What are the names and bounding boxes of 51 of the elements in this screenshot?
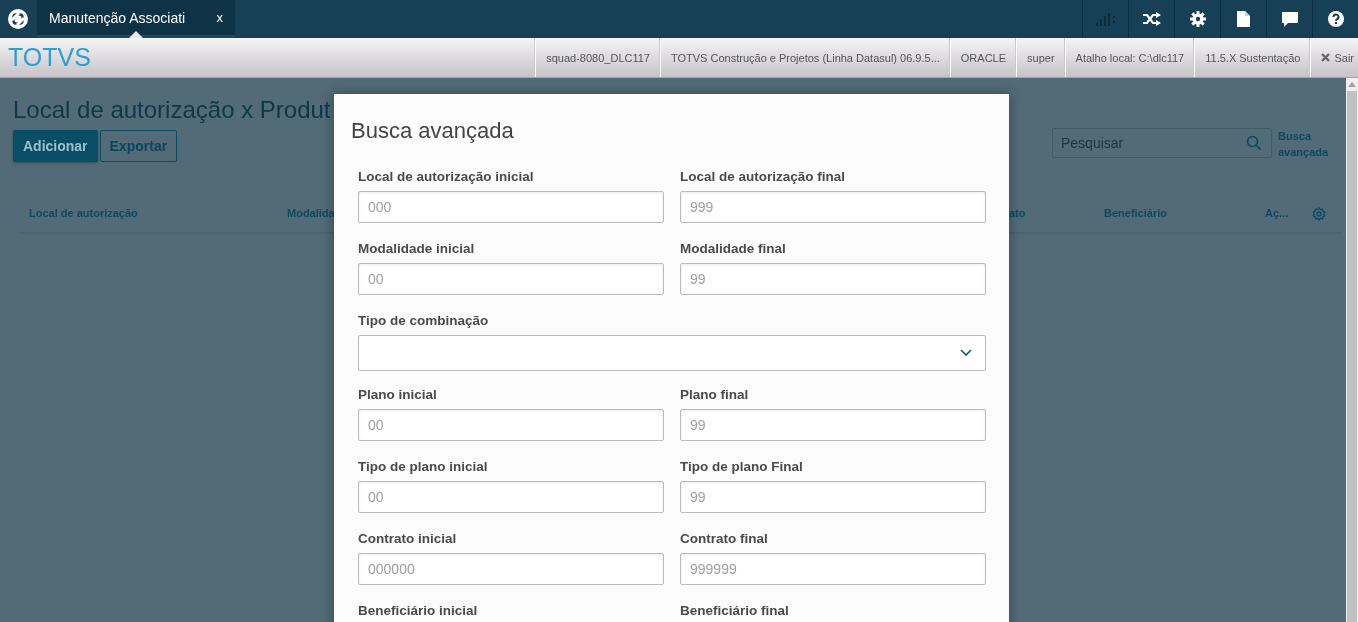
input-field[interactable]: 99 — [680, 481, 986, 513]
field-label: Local de autorização inicial — [358, 169, 535, 186]
input-field[interactable]: 999999 — [680, 553, 986, 585]
column-header[interactable]: Modalida — [287, 207, 335, 219]
input-field[interactable]: 000000 — [358, 553, 664, 585]
info-item: 11.5.X Sustentação — [1194, 38, 1311, 77]
input-field[interactable]: 000 — [358, 191, 664, 223]
info-item: squad-8080_DLC117 — [535, 38, 660, 77]
input-field[interactable]: 99 — [680, 409, 986, 441]
field-label: Contrato final — [680, 531, 769, 548]
field-label: Plano inicial — [358, 387, 438, 404]
brand-logo: TOTVS — [8, 43, 91, 72]
column-header[interactable]: Local de autorização — [29, 207, 138, 219]
column-header[interactable]: Beneficiário — [1104, 207, 1167, 219]
tab-label: Manutenção Associati — [49, 9, 187, 26]
advanced-search-link[interactable]: Busca avançada — [1278, 128, 1334, 160]
field-label: Modalidade final — [680, 241, 787, 258]
scrollbar[interactable] — [1346, 78, 1358, 622]
field-label: Tipo de plano Final — [680, 459, 804, 476]
field-label: Plano final — [680, 387, 750, 404]
field-label: Tipo de plano inicial — [358, 459, 489, 476]
export-button[interactable]: Exportar — [99, 130, 178, 162]
input-field[interactable]: 99 — [680, 263, 986, 295]
logout-button[interactable]: Sair — [1310, 38, 1358, 77]
input-field[interactable]: 00 — [358, 409, 664, 441]
page-title: Local de autorização x Produt — [13, 96, 332, 124]
dialog-title: Busca avançada — [351, 118, 515, 144]
close-button[interactable]: x — [216, 10, 223, 25]
input-field[interactable]: 00 — [358, 481, 664, 513]
app-tab[interactable]: Manutenção Associati x — [37, 0, 235, 38]
info-item: Atalho local: C:\dlc117 — [1064, 38, 1195, 77]
field-label: Beneficiário inicial — [358, 603, 479, 620]
info-item: TOTVS Construção e Projetos (Linha Datasul) 06.9.5... — [660, 38, 950, 77]
column-header[interactable]: ato — [1009, 207, 1026, 219]
scroll-up-icon[interactable] — [1348, 81, 1356, 87]
scroll-thumb[interactable] — [1347, 91, 1357, 622]
add-button[interactable]: Adicionar — [13, 130, 98, 162]
column-header[interactable]: Aç... — [1265, 207, 1289, 219]
close-icon — [1321, 53, 1331, 62]
search-icon[interactable] — [1246, 135, 1262, 151]
field-label: Modalidade inicial — [358, 241, 476, 258]
chevron-down-icon — [960, 349, 972, 357]
field-label: Local de autorização final — [680, 169, 847, 186]
info-item: ORACLE — [949, 38, 1017, 77]
input-field[interactable]: 999 — [680, 191, 986, 223]
input-field[interactable]: 00 — [358, 263, 664, 295]
field-label: Contrato inicial — [358, 531, 458, 548]
info-item: super — [1016, 38, 1065, 77]
dropdown-field[interactable] — [358, 335, 986, 371]
field-label: Tipo de combinação — [358, 313, 490, 330]
field-label: Beneficiário final — [680, 603, 790, 620]
